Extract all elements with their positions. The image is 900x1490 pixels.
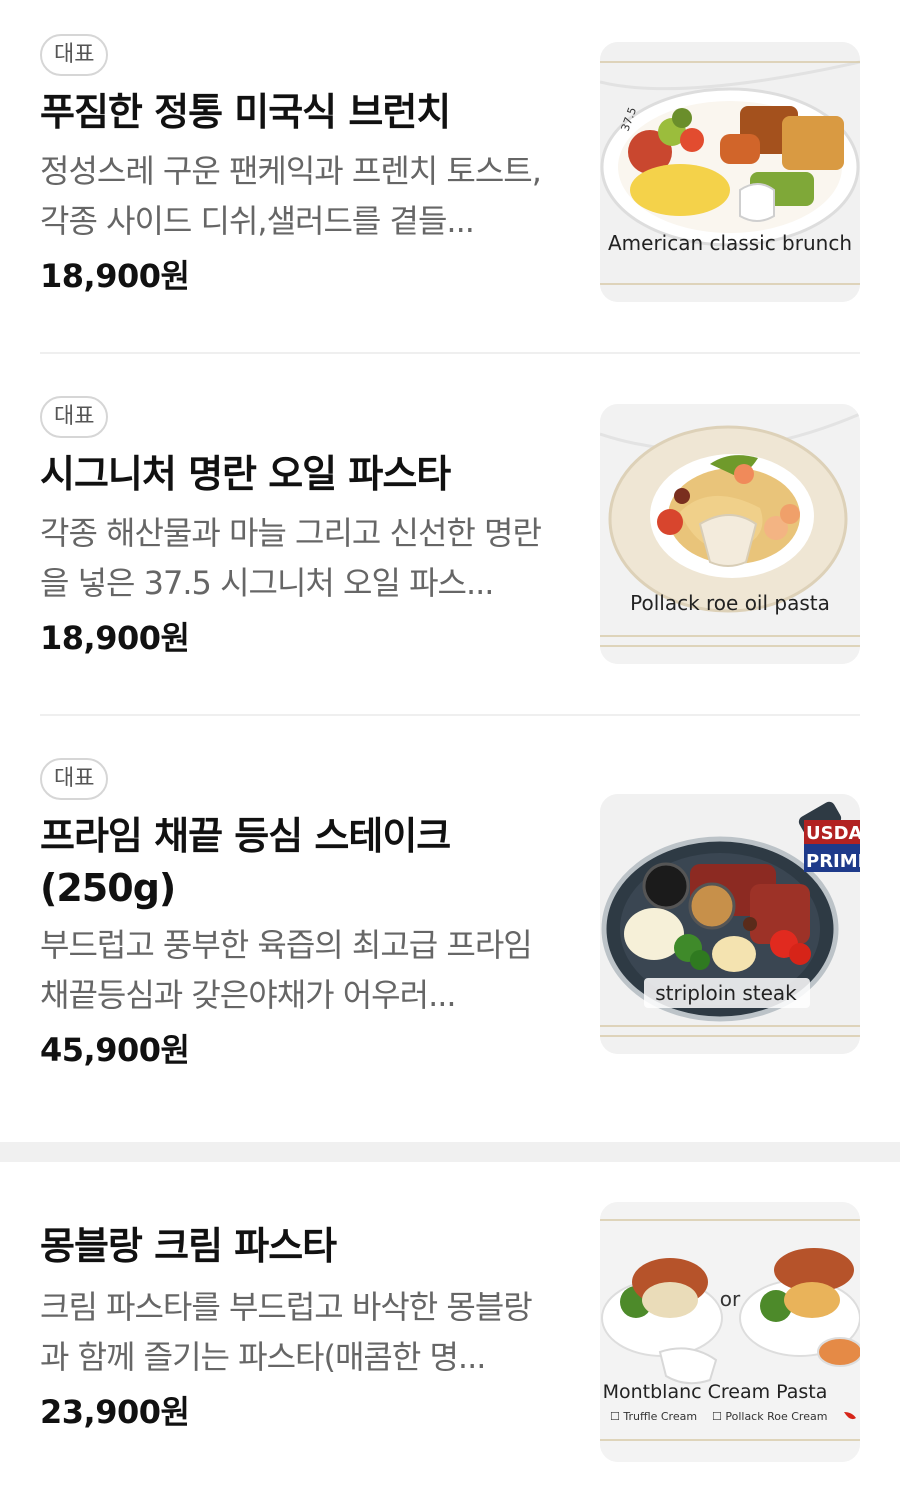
menu-item[interactable]: 대표 시그니처 명란 오일 파스타 각종 해산물과 마늘 그리고 신선한 명란을… — [0, 354, 900, 714]
menu-item-name: 시그니처 명란 오일 파스타 — [40, 452, 451, 496]
image-caption: Pollack roe oil pasta — [630, 591, 830, 615]
menu-item[interactable]: 대표 푸짐한 정통 미국식 브런치 정성스레 구운 팬케익과 프렌치 토스트,각… — [0, 0, 900, 352]
menu-item[interactable]: 몽블랑 크림 파스타 크림 파스타를 부드럽고 바삭한 몽블랑과 함께 즐기는 … — [0, 1162, 900, 1490]
menu-item[interactable]: 대표 프라임 채끝 등심 스테이크(250g) 부드럽고 풍부한 육즙의 최고급… — [0, 716, 900, 1142]
menu-item-image[interactable]: USDA PRIME striploin steak — [600, 794, 860, 1054]
image-caption: Montblanc Cream Pasta — [603, 1381, 828, 1403]
prime-flag-text: PRIME — [806, 851, 860, 872]
image-caption: striploin steak — [655, 981, 797, 1005]
usda-flag-text: USDA — [806, 823, 860, 844]
section-gap — [0, 1142, 900, 1162]
image-caption: American classic brunch — [608, 231, 852, 255]
menu-item-price: 45,900원 — [40, 1031, 190, 1069]
signature-badge: 대표 — [40, 34, 109, 76]
menu-item-description: 정성스레 구운 팬케익과 프렌치 토스트,각종 사이드 디쉬,샐러드를 곁들..… — [40, 152, 542, 240]
option-truffle-cream: ☐ Truffle Cream — [610, 1410, 697, 1423]
menu-item-price: 23,900원 — [40, 1393, 190, 1431]
menu-item-image[interactable]: 37.5 American classic brunch — [600, 42, 860, 302]
menu-item-name: 프라임 채끝 등심 스테이크(250g) — [40, 814, 451, 910]
menu-item-description: 크림 파스타를 부드럽고 바삭한 몽블랑과 함께 즐기는 파스타(매콤한 명..… — [40, 1288, 533, 1376]
option-pollack-roe-cream: ☐ Pollack Roe Cream — [712, 1410, 827, 1423]
menu-item-name: 푸짐한 정통 미국식 브런치 — [40, 90, 451, 134]
signature-badge: 대표 — [40, 758, 109, 800]
menu-item-price: 18,900원 — [40, 257, 190, 295]
menu-item-description: 각종 해산물과 마늘 그리고 신선한 명란을 넣은 37.5 시그니처 오일 파… — [40, 514, 542, 602]
menu-item-price: 18,900원 — [40, 619, 190, 657]
menu-item-image[interactable]: or Montblanc Cream Pasta ☐ Truffle Cream… — [600, 1202, 860, 1462]
signature-badge: 대표 — [40, 396, 109, 438]
menu-item-image[interactable]: Pollack roe oil pasta — [600, 404, 860, 664]
or-label: or — [720, 1287, 741, 1311]
menu-item-name: 몽블랑 크림 파스타 — [40, 1224, 337, 1268]
menu-item-description: 부드럽고 풍부한 육즙의 최고급 프라임 채끝등심과 갖은야채가 어우러... — [40, 926, 533, 1014]
